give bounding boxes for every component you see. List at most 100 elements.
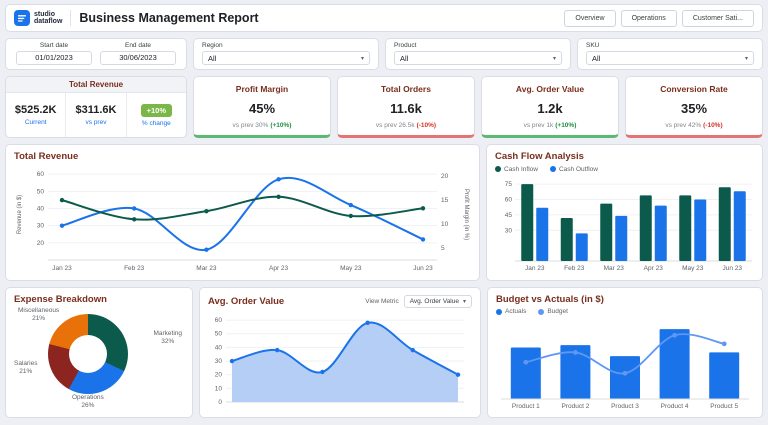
total-revenue-chart-card: Total Revenue 20 30 40 50 60 5 10 15 20 Jan 23 Feb…: [5, 144, 480, 281]
svg-text:Product 3: Product 3: [611, 403, 639, 410]
kpi-card-conversion-rate: Conversion Rate 35% vs prev 42% (-10%): [625, 76, 763, 138]
region-value: All: [208, 53, 217, 63]
budget-vs-actuals-chart: Product 1 Product 2 Product 3 Product 4 Prod…: [501, 329, 749, 410]
budget-legend: Actuals Budget: [496, 306, 754, 317]
expense-donut-chart: [48, 314, 128, 394]
product-select[interactable]: All ▾: [394, 51, 562, 65]
logo-line1: studio: [34, 10, 55, 18]
svg-text:Jun 23: Jun 23: [722, 265, 742, 272]
start-date-input[interactable]: 01/01/2023: [16, 51, 92, 65]
svg-text:Product 5: Product 5: [710, 403, 738, 410]
date-range-filter: Start date 01/01/2023 End date 30/06/202…: [5, 38, 187, 70]
slice-label-operations: Operations 26%: [72, 394, 104, 409]
total-revenue-kpi-values: $525.2K Current $311.6K vs prev +10% % c…: [6, 93, 186, 137]
svg-text:Mar 23: Mar 23: [604, 265, 625, 272]
svg-text:Jun 23: Jun 23: [413, 265, 433, 272]
kpi-row: Total Revenue $525.2K Current $311.6K vs…: [5, 76, 763, 138]
kpi-title: Conversion Rate: [660, 84, 728, 94]
svg-text:Apr 23: Apr 23: [269, 265, 289, 272]
svg-text:Product 1: Product 1: [512, 403, 540, 410]
cash-flow-legend: Cash Inflow Cash Outflow: [495, 163, 754, 175]
slice-label-marketing: Marketing 32%: [153, 330, 182, 345]
sku-value: All: [592, 53, 601, 63]
svg-text:Feb 23: Feb 23: [124, 265, 145, 272]
svg-text:Jan 23: Jan 23: [52, 265, 72, 272]
chart-title: Total Revenue: [14, 151, 79, 162]
dashboard: studio dataflow Business Management Repo…: [0, 0, 768, 425]
end-date-input[interactable]: 30/06/2023: [100, 51, 176, 65]
sku-label: SKU: [586, 42, 600, 49]
svg-text:0: 0: [218, 399, 222, 406]
total-revenue-kpi-card: Total Revenue $525.2K Current $311.6K vs…: [5, 76, 187, 138]
avg-order-value-area-chart: 0 10 20 30 40 50 60: [215, 317, 464, 406]
view-metric-label: View Metric: [365, 298, 399, 305]
svg-text:Feb 23: Feb 23: [564, 265, 585, 272]
view-metric-select[interactable]: Avg. Order Value ▾: [403, 295, 472, 308]
kpi-title: Total Orders: [381, 84, 431, 94]
filter-row: Start date 01/01/2023 End date 30/06/202…: [5, 38, 763, 70]
svg-text:50: 50: [215, 331, 223, 338]
tab-overview[interactable]: Overview: [564, 9, 616, 27]
kpi-change-label: % change: [141, 119, 171, 127]
region-select[interactable]: All ▾: [202, 51, 370, 65]
tab-customer-satisfaction[interactable]: Customer Sati...: [681, 9, 754, 27]
svg-text:Product 4: Product 4: [661, 403, 689, 410]
chart-title: Expense Breakdown: [14, 294, 107, 305]
kpi-prev-label: vs prev: [85, 119, 107, 126]
expense-donut-area: Marketing 32% Operations 26% Salaries 21% M…: [14, 306, 184, 410]
kpi-card-total-orders: Total Orders 11.6k vs prev 26.5k (-10%): [337, 76, 475, 138]
slice-label-miscellaneous: Miscellaneous 21%: [18, 307, 60, 322]
total-revenue-line-chart: 20 30 40 50 60 5 10 15 20 Jan 23 Feb 23 Mar 23 Apr 2…: [17, 171, 469, 272]
start-date-field: Start date 01/01/2023: [16, 42, 92, 66]
product-value: All: [400, 53, 409, 63]
charts-row-2: Expense Breakdown Marketing 32% Operation…: [5, 287, 763, 418]
studio-dataflow-logo: studio dataflow: [14, 10, 62, 26]
budget-vs-actuals-card: Budget vs Actuals (in $) Actuals Budget …: [487, 287, 763, 418]
sku-select[interactable]: All ▾: [586, 51, 754, 65]
kpi-card-avg-order-value: Avg. Order Value 1.2k vs prev 1k (+10%): [481, 76, 619, 138]
legend-item-budget: Budget: [538, 308, 568, 315]
region-filter: Region All ▾: [193, 38, 379, 70]
metric-picker: View Metric Avg. Order Value ▾: [365, 295, 472, 308]
total-revenue-kpi-title: Total Revenue: [6, 77, 186, 93]
svg-text:60: 60: [215, 317, 223, 324]
actuals-dot-icon: [496, 308, 502, 315]
kpi-value: 1.2k: [537, 100, 563, 116]
chevron-down-icon: ▾: [552, 55, 556, 62]
kpi-value: 35%: [680, 100, 708, 116]
region-label: Region: [202, 42, 223, 49]
header-bar: studio dataflow Business Management Repo…: [5, 4, 763, 32]
studio-dataflow-logo-icon: [14, 10, 30, 26]
svg-text:30: 30: [505, 227, 513, 234]
kpi-card-profit-margin: Profit Margin 45% vs prev 30% (+10%): [193, 76, 331, 138]
kpi-current-value: $525.2K: [14, 104, 57, 116]
svg-text:20: 20: [215, 372, 223, 379]
cash-flow-bar-chart: 30 45 60 75 Jan 23 Feb 23 Mar 23 Apr 23 May 23 Ju…: [505, 181, 752, 272]
chart-title: Cash Flow Analysis: [495, 151, 584, 162]
kpi-value: 11.6k: [390, 100, 422, 116]
tab-operations[interactable]: Operations: [620, 9, 677, 27]
legend-item-actuals: Actuals: [496, 308, 526, 315]
chart-title: Avg. Order Value: [208, 296, 285, 307]
svg-text:15: 15: [441, 197, 449, 204]
svg-text:Jan 23: Jan 23: [525, 265, 545, 272]
chevron-down-icon: ▾: [360, 55, 364, 62]
nav-tabs: Overview Operations Customer Sati...: [564, 9, 754, 27]
start-date-label: Start date: [39, 42, 69, 49]
svg-text:10: 10: [441, 221, 449, 228]
kpi-title: Avg. Order Value: [515, 84, 585, 94]
svg-text:60: 60: [505, 197, 513, 204]
svg-text:5: 5: [441, 245, 445, 252]
kpi-current-label: Current: [24, 119, 47, 126]
avg-order-value-header: Avg. Order Value View Metric Avg. Order …: [208, 293, 472, 310]
kpi-title: Profit Margin: [235, 84, 289, 94]
kpi-prev: $311.6K vs prev: [65, 93, 125, 137]
svg-text:Apr 23: Apr 23: [644, 265, 664, 272]
chevron-down-icon: ▾: [744, 55, 748, 62]
kpi-value: 45%: [248, 100, 276, 116]
charts-row-1: Total Revenue 20 30 40 50 60 5 10 15 20 Jan 23 Feb…: [5, 144, 763, 281]
page-title: Business Management Report: [79, 11, 259, 25]
svg-text:50: 50: [37, 188, 45, 195]
svg-text:40: 40: [215, 344, 223, 351]
svg-text:40: 40: [37, 205, 45, 212]
